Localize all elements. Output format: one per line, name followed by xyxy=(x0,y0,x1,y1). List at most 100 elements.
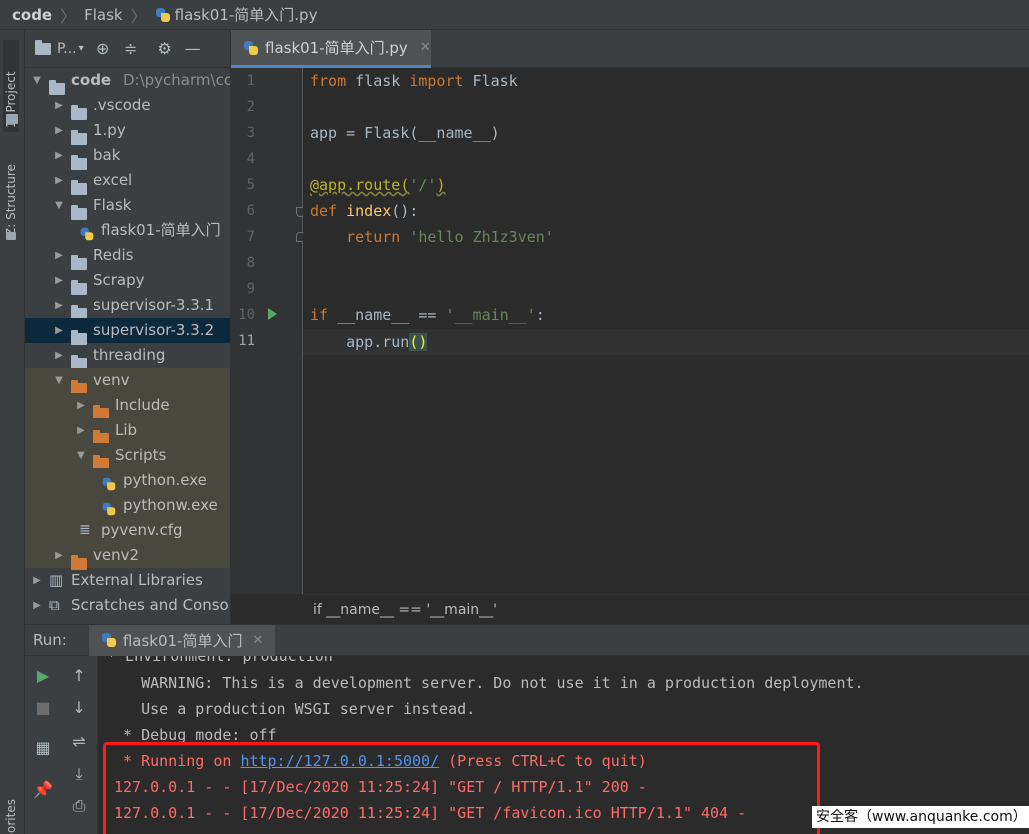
collapse-arrow-icon[interactable]: ▶ xyxy=(53,268,65,293)
print-icon[interactable]: ⎙ xyxy=(69,796,89,816)
scroll-to-end-icon[interactable]: ⤓ xyxy=(69,764,89,784)
code-editor[interactable]: from flask import Flask app = Flask(__na… xyxy=(303,68,1029,594)
arrow-down-icon[interactable]: ↓ xyxy=(69,698,89,718)
tree-item[interactable]: ▼ Scripts xyxy=(25,443,230,470)
tree-item[interactable]: ▶ ▥ External Libraries xyxy=(25,568,230,593)
expand-arrow-icon[interactable]: ▼ xyxy=(53,368,65,393)
close-icon[interactable]: ✕ xyxy=(252,633,263,648)
tree-item[interactable]: ▶ supervisor-3.3.1 xyxy=(25,293,230,320)
run-gutter-icon[interactable] xyxy=(268,308,277,320)
tree-item[interactable]: ▶ Redis xyxy=(25,243,230,270)
layout-icon[interactable]: ▦ xyxy=(33,738,53,758)
navigation-breadcrumb: code 〉 Flask 〉 flask01-简单入门.py xyxy=(0,0,1029,30)
python-file-icon xyxy=(243,40,259,56)
locate-crosshair-icon[interactable]: ⊕ xyxy=(94,39,112,58)
code-line-7: return 'hello Zh1z3ven' xyxy=(346,228,554,246)
expand-arrow-icon[interactable]: ▼ xyxy=(75,443,87,468)
collapse-arrow-icon[interactable]: ▶ xyxy=(53,343,65,368)
tree-item[interactable]: ▶ threading xyxy=(25,343,230,370)
tree-item[interactable]: ▶ bak xyxy=(25,143,230,170)
line-number: 3 xyxy=(246,125,255,141)
tree-item-label: bak xyxy=(93,146,121,164)
tree-item-label: pythonw.exe xyxy=(123,496,218,514)
collapse-arrow-icon[interactable]: ▶ xyxy=(53,143,65,168)
chevron-right-icon: 〉 xyxy=(60,6,77,26)
tree-item-label: Flask xyxy=(93,196,132,214)
tree-item[interactable]: ▼ venv xyxy=(25,368,230,395)
rerun-play-icon[interactable]: ▶ xyxy=(33,666,53,686)
collapse-arrow-icon[interactable]: ▶ xyxy=(53,243,65,268)
gear-icon[interactable]: ⚙ xyxy=(156,39,174,58)
line-number: 6 xyxy=(246,203,255,219)
collapse-arrow-icon[interactable]: ▶ xyxy=(53,293,65,318)
collapse-arrow-icon[interactable]: ▶ xyxy=(53,118,65,143)
arrow-up-icon[interactable]: ↑ xyxy=(69,666,89,686)
collapse-arrow-icon[interactable]: ▶ xyxy=(75,393,87,418)
structure-tool-tab[interactable]: Z: Structure xyxy=(3,148,19,240)
expand-arrow-icon[interactable]: ▼ xyxy=(31,68,43,93)
editor-tab-flask01[interactable]: flask01-简单入门.py ✕ xyxy=(231,30,431,68)
code-line-5: @app.route('/') xyxy=(310,176,446,194)
stop-icon[interactable]: ■ xyxy=(33,698,53,718)
line-number: 1 xyxy=(246,73,255,89)
favorites-tool-tab[interactable]: orites xyxy=(3,795,19,834)
breadcrumb-root[interactable]: code xyxy=(12,6,52,24)
tree-item[interactable]: ▶ ⧉ Scratches and Consol xyxy=(25,593,230,618)
code-line-1: from flask import Flask xyxy=(310,72,518,90)
code-line-11: app.run() xyxy=(346,333,428,351)
tree-item[interactable]: ▶ excel xyxy=(25,168,230,195)
project-tree: ▼ code D:\pycharm\cod ▶ .vscode ▶ 1.py ▶ bak ▶ exc… xyxy=(25,68,230,618)
tree-item[interactable]: ▶ Include xyxy=(25,393,230,420)
breadcrumb-file[interactable]: flask01-简单入门.py xyxy=(175,4,318,25)
line-number: 4 xyxy=(246,151,255,167)
tree-item[interactable]: ≣ pyvenv.cfg xyxy=(25,518,230,543)
tree-item[interactable]: ▶ supervisor-3.3.2 xyxy=(25,318,230,345)
tree-item[interactable]: pythonw.exe xyxy=(25,493,230,518)
tree-item-label: python.exe xyxy=(123,471,207,489)
code-line-10: if __name__ == '__main__': xyxy=(310,306,545,324)
soft-wrap-icon[interactable]: ⇌ xyxy=(69,732,89,752)
tree-item[interactable]: flask01-简单入门 xyxy=(25,218,230,243)
tree-item[interactable]: ▶ Lib xyxy=(25,418,230,445)
project-panel: P... ▾ ⊕ ≑ ⚙ — ▼ code D:\pycharm\cod ▶ .vsco… xyxy=(25,30,231,624)
run-tab-flask01[interactable]: flask01-简单入门 ✕ xyxy=(88,624,276,656)
project-toolbar: P... ▾ ⊕ ≑ ⚙ — xyxy=(25,30,230,68)
collapse-arrow-icon[interactable]: ▶ xyxy=(53,168,65,193)
tree-item[interactable]: ▶ .vscode xyxy=(25,93,230,120)
run-label: Run: xyxy=(33,631,67,649)
minimize-icon[interactable]: — xyxy=(184,39,202,58)
tree-item[interactable]: ▶ venv2 xyxy=(25,543,230,570)
line-number: 7 xyxy=(246,229,255,245)
tree-item-label: Scratches and Consol xyxy=(71,596,231,614)
collapse-arrow-icon[interactable]: ▶ xyxy=(75,418,87,443)
tree-item-label: threading xyxy=(93,346,166,364)
project-folder-icon xyxy=(35,39,51,55)
tree-item[interactable]: ▶ Scrapy xyxy=(25,268,230,295)
console-line: * Environment: production xyxy=(98,656,333,665)
collapse-all-icon[interactable]: ≑ xyxy=(122,39,140,58)
editor-code-breadcrumb[interactable]: if __name__ == '__main__' xyxy=(303,594,1029,624)
watermark: 安全客（www.anquanke.com） xyxy=(812,806,1029,828)
line-number: 8 xyxy=(246,255,255,271)
collapse-arrow-icon[interactable]: ▶ xyxy=(31,593,43,618)
tree-item[interactable]: ▼ code D:\pycharm\cod xyxy=(25,68,230,95)
pin-icon[interactable]: 📌 xyxy=(33,780,53,800)
tree-item-label: excel xyxy=(93,171,133,189)
collapse-arrow-icon[interactable]: ▶ xyxy=(53,318,65,343)
breadcrumb-folder[interactable]: Flask xyxy=(84,6,123,24)
tree-item[interactable]: python.exe xyxy=(25,468,230,493)
folder-icon xyxy=(6,114,18,124)
collapse-arrow-icon[interactable]: ▶ xyxy=(53,93,65,118)
expand-arrow-icon[interactable]: ▼ xyxy=(53,193,65,218)
project-view-selector[interactable]: P... xyxy=(57,41,77,57)
tree-item-label: Scrapy xyxy=(93,271,145,289)
close-icon[interactable]: ✕ xyxy=(420,40,431,55)
collapse-arrow-icon[interactable]: ▶ xyxy=(53,543,65,568)
tree-item[interactable]: ▶ 1.py xyxy=(25,118,230,145)
tree-item[interactable]: ▼ Flask xyxy=(25,193,230,220)
dropdown-arrow-icon[interactable]: ▾ xyxy=(79,43,84,54)
run-tab-label: flask01-简单入门 xyxy=(122,631,243,650)
editor-tab-bar: flask01-简单入门.py ✕ xyxy=(231,30,1029,68)
line-number: 10 xyxy=(238,307,255,323)
collapse-arrow-icon[interactable]: ▶ xyxy=(31,568,43,593)
